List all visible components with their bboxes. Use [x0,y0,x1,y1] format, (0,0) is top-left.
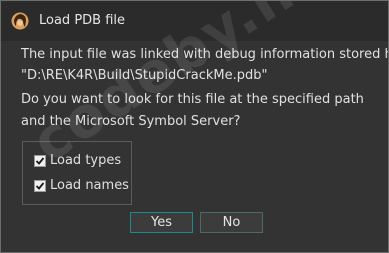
message-line-3: Do you want to look for this file at the… [21,92,364,107]
checkmark-icon [35,157,45,165]
options-group: Load types Load names [22,141,132,205]
message-pdb-path: "D:\RE\K4R\Build\StupidCrackMe.pdb" [21,68,268,83]
load-types-label: Load types [50,153,122,168]
title-bar[interactable]: Load PDB file [1,1,388,41]
message-line-4: and the Microsoft Symbol Server? [21,114,241,129]
app-icon [11,12,29,30]
message-line-1: The input file was linked with debug inf… [21,47,389,62]
load-names-label: Load names [50,178,129,193]
yes-button[interactable]: Yes [130,212,193,233]
no-button[interactable]: No [200,212,263,233]
load-types-checkbox[interactable] [34,155,46,167]
load-pdb-dialog: Load PDB file The input file was linked … [0,0,389,253]
checkmark-icon [35,182,45,190]
window-title: Load PDB file [39,13,126,28]
load-names-checkbox[interactable] [34,180,46,192]
